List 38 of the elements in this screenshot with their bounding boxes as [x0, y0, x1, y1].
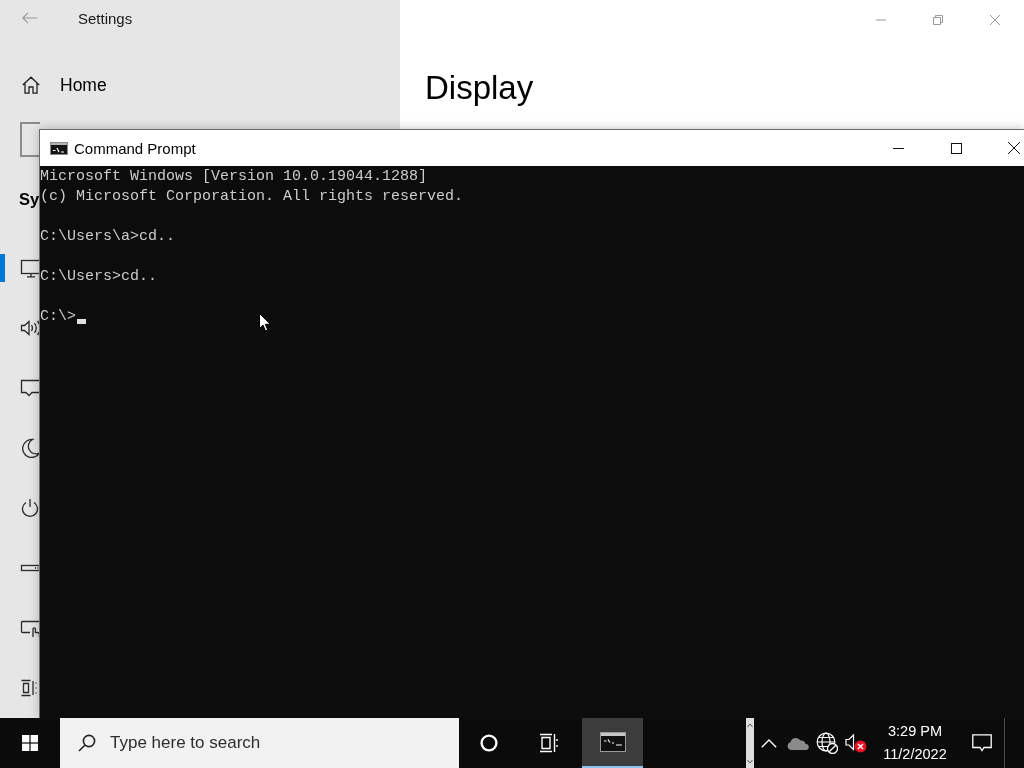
maximize-icon — [950, 142, 962, 154]
moon-icon — [20, 438, 40, 458]
power-icon — [20, 498, 40, 518]
monitor-icon — [20, 258, 40, 278]
windows-stack-icon — [20, 678, 40, 698]
console-line: C:\Users\a>cd.. — [40, 228, 176, 245]
search-box[interactable]: Type here to search — [60, 718, 459, 768]
message-icon — [20, 378, 40, 398]
search-field[interactable]: Type here to search — [110, 731, 440, 755]
mouse-pointer-icon — [259, 313, 271, 332]
window-title: Command Prompt — [74, 139, 196, 157]
section-heading: Sy — [19, 189, 40, 210]
taskbar-app-button[interactable] — [582, 718, 643, 768]
clock-date[interactable]: 11/2/2022 — [883, 743, 947, 766]
window-title: Settings — [78, 9, 133, 27]
console-icon — [50, 141, 68, 155]
clock-time[interactable]: 3:29 PM — [888, 720, 942, 743]
scrollbar-drawing — [746, 718, 754, 768]
speaker-icon — [20, 318, 40, 338]
console-line: Microsoft Windows [Version 10.0.19044.1288] — [40, 168, 428, 185]
close-icon — [989, 15, 1000, 25]
console-line: C:\Users>cd.. — [40, 268, 158, 285]
home-link[interactable]: Home — [22, 67, 107, 104]
windows-logo-icon — [22, 735, 38, 751]
console-line: (c) Microsoft Corporation. All rights reserved. — [40, 188, 464, 205]
cloud-icon — [786, 736, 809, 750]
home-icon — [22, 76, 40, 95]
chevron-up-icon — [761, 738, 777, 748]
task-view-icon — [539, 733, 559, 753]
search-icon — [78, 734, 96, 752]
ring-icon — [480, 734, 498, 752]
tablet-touch-icon — [20, 618, 40, 638]
message-icon — [972, 734, 992, 752]
console-icon — [599, 732, 626, 752]
console-line: C:\> — [40, 308, 76, 325]
page-title: Display — [425, 68, 534, 108]
close-icon — [1008, 142, 1020, 154]
restore-icon — [932, 15, 943, 25]
